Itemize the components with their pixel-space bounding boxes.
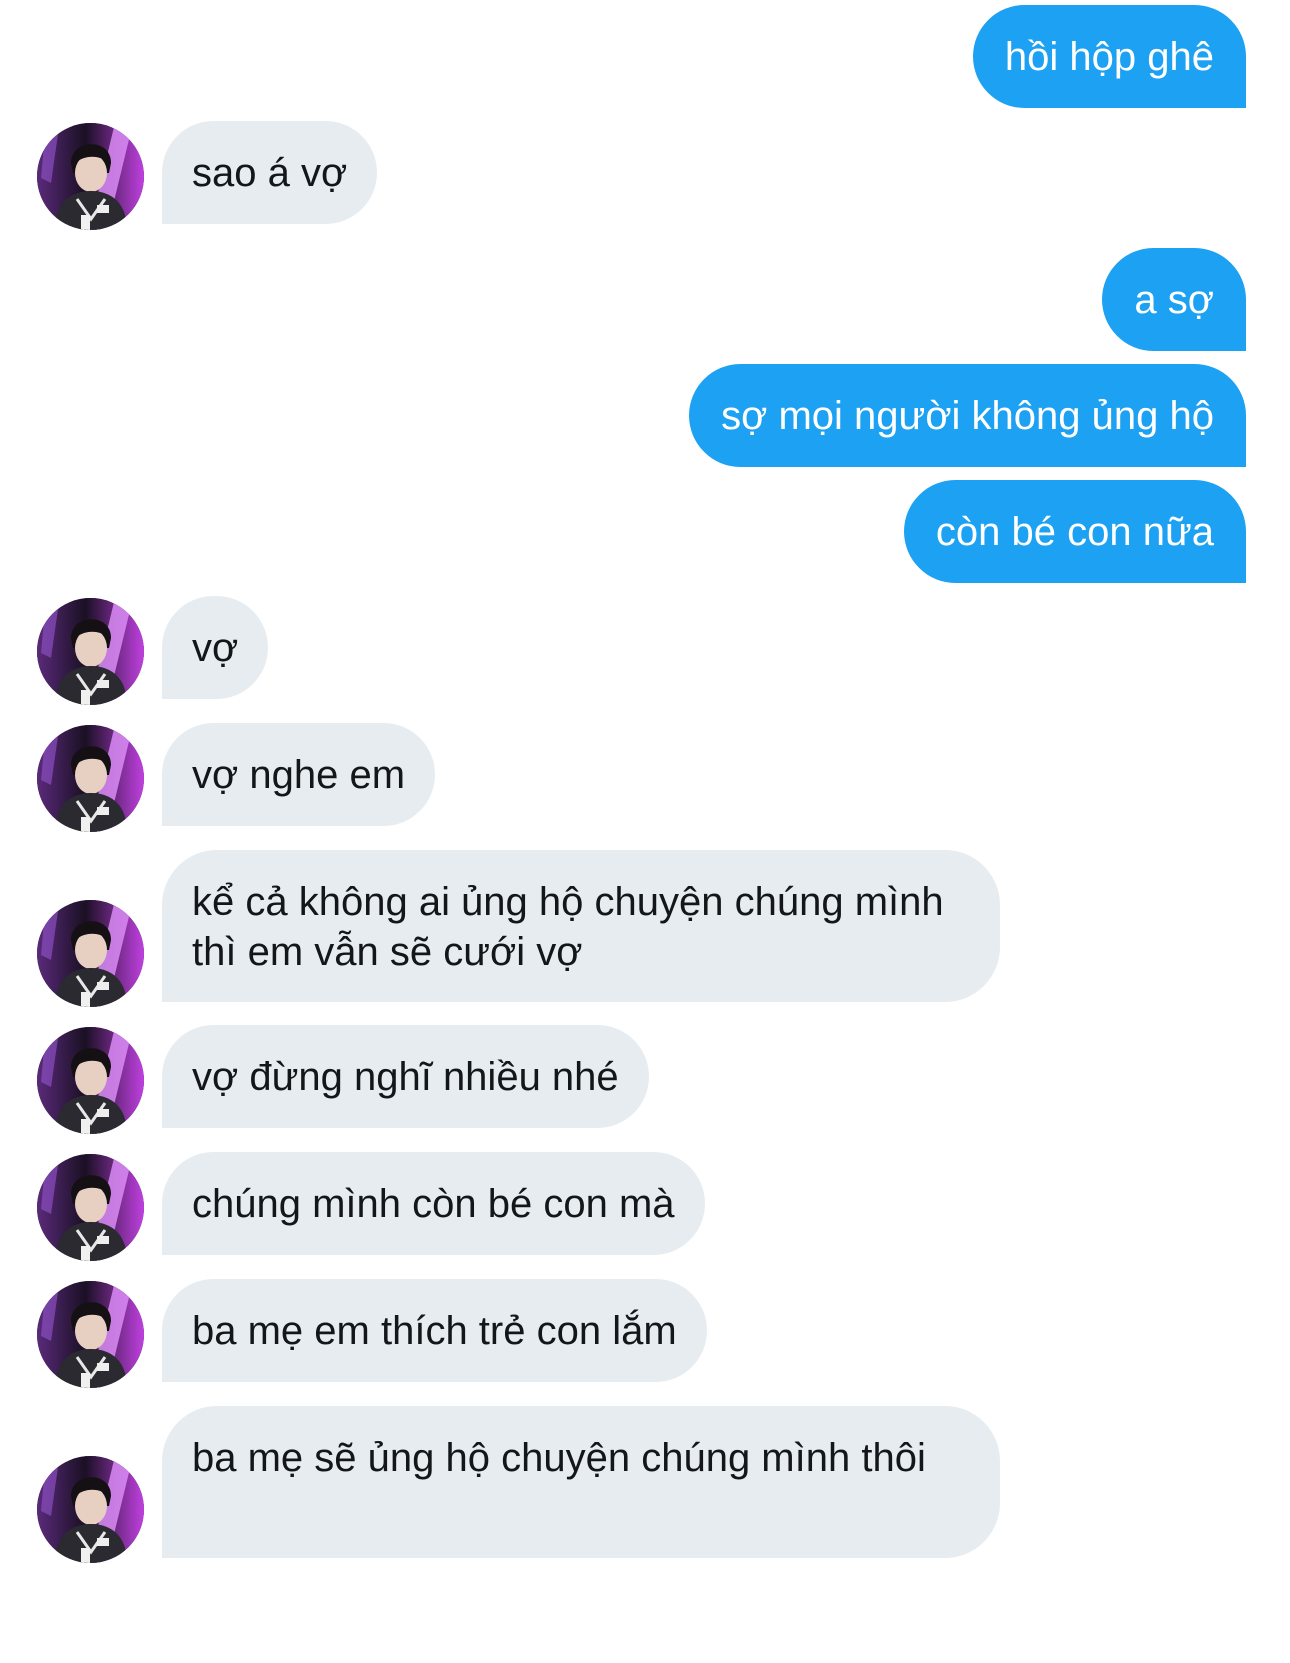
message-bubble-received[interactable]: vợ nghe em (162, 723, 436, 826)
message-bubble-sent[interactable]: a sợ (1102, 248, 1246, 351)
message-text: vợ nghe em (192, 753, 406, 797)
message-text: ba mẹ sẽ ủng hộ chuyện chúng mình thôi (192, 1436, 926, 1480)
avatar-photo-icon (37, 1281, 144, 1388)
message-bubble-received[interactable]: vợ (162, 596, 269, 699)
message-text: vợ đừng nghĩ nhiều nhé (192, 1055, 619, 1099)
message-text: a sợ (1134, 278, 1214, 322)
message-text: còn bé con nữa (935, 510, 1214, 554)
avatar[interactable] (37, 1456, 144, 1563)
message-bubble-received[interactable]: sao á vợ (162, 121, 378, 224)
avatar-photo-icon (37, 900, 144, 1007)
avatar-photo-icon (37, 123, 144, 230)
avatar-photo-icon (37, 1154, 144, 1261)
message-text: kể cả không ai ủng hộ chuyện chúng mình … (192, 880, 944, 974)
message-bubble-sent[interactable]: sợ mọi người không ủng hộ (689, 364, 1246, 467)
message-bubble-received[interactable]: ba mẹ em thích trẻ con lắm (162, 1279, 707, 1382)
message-bubble-received[interactable]: kể cả không ai ủng hộ chuyện chúng mình … (162, 850, 1000, 1002)
avatar[interactable] (37, 1154, 144, 1261)
message-text: hồi hộp ghê (1004, 35, 1214, 79)
message-text: sao á vợ (192, 151, 348, 195)
avatar[interactable] (37, 1027, 144, 1134)
avatar[interactable] (37, 598, 144, 705)
avatar-photo-icon (37, 598, 144, 705)
avatar[interactable] (37, 725, 144, 832)
message-text: vợ (192, 626, 239, 670)
avatar[interactable] (37, 1281, 144, 1388)
message-text: sợ mọi người không ủng hộ (721, 394, 1214, 438)
message-text: chúng mình còn bé con mà (192, 1182, 675, 1226)
message-bubble-sent[interactable]: hồi hộp ghê (972, 5, 1246, 108)
avatar-photo-icon (37, 1027, 144, 1134)
message-bubble-received[interactable]: ba mẹ sẽ ủng hộ chuyện chúng mình thôi (162, 1406, 1000, 1558)
avatar[interactable] (37, 123, 144, 230)
message-text: ba mẹ em thích trẻ con lắm (192, 1309, 677, 1353)
message-bubble-received[interactable]: vợ đừng nghĩ nhiều nhé (162, 1025, 649, 1128)
message-bubble-sent[interactable]: còn bé con nữa (903, 480, 1246, 583)
message-bubble-received[interactable]: chúng mình còn bé con mà (162, 1152, 705, 1255)
avatar[interactable] (37, 900, 144, 1007)
avatar-photo-icon (37, 725, 144, 832)
avatar-photo-icon (37, 1456, 144, 1563)
